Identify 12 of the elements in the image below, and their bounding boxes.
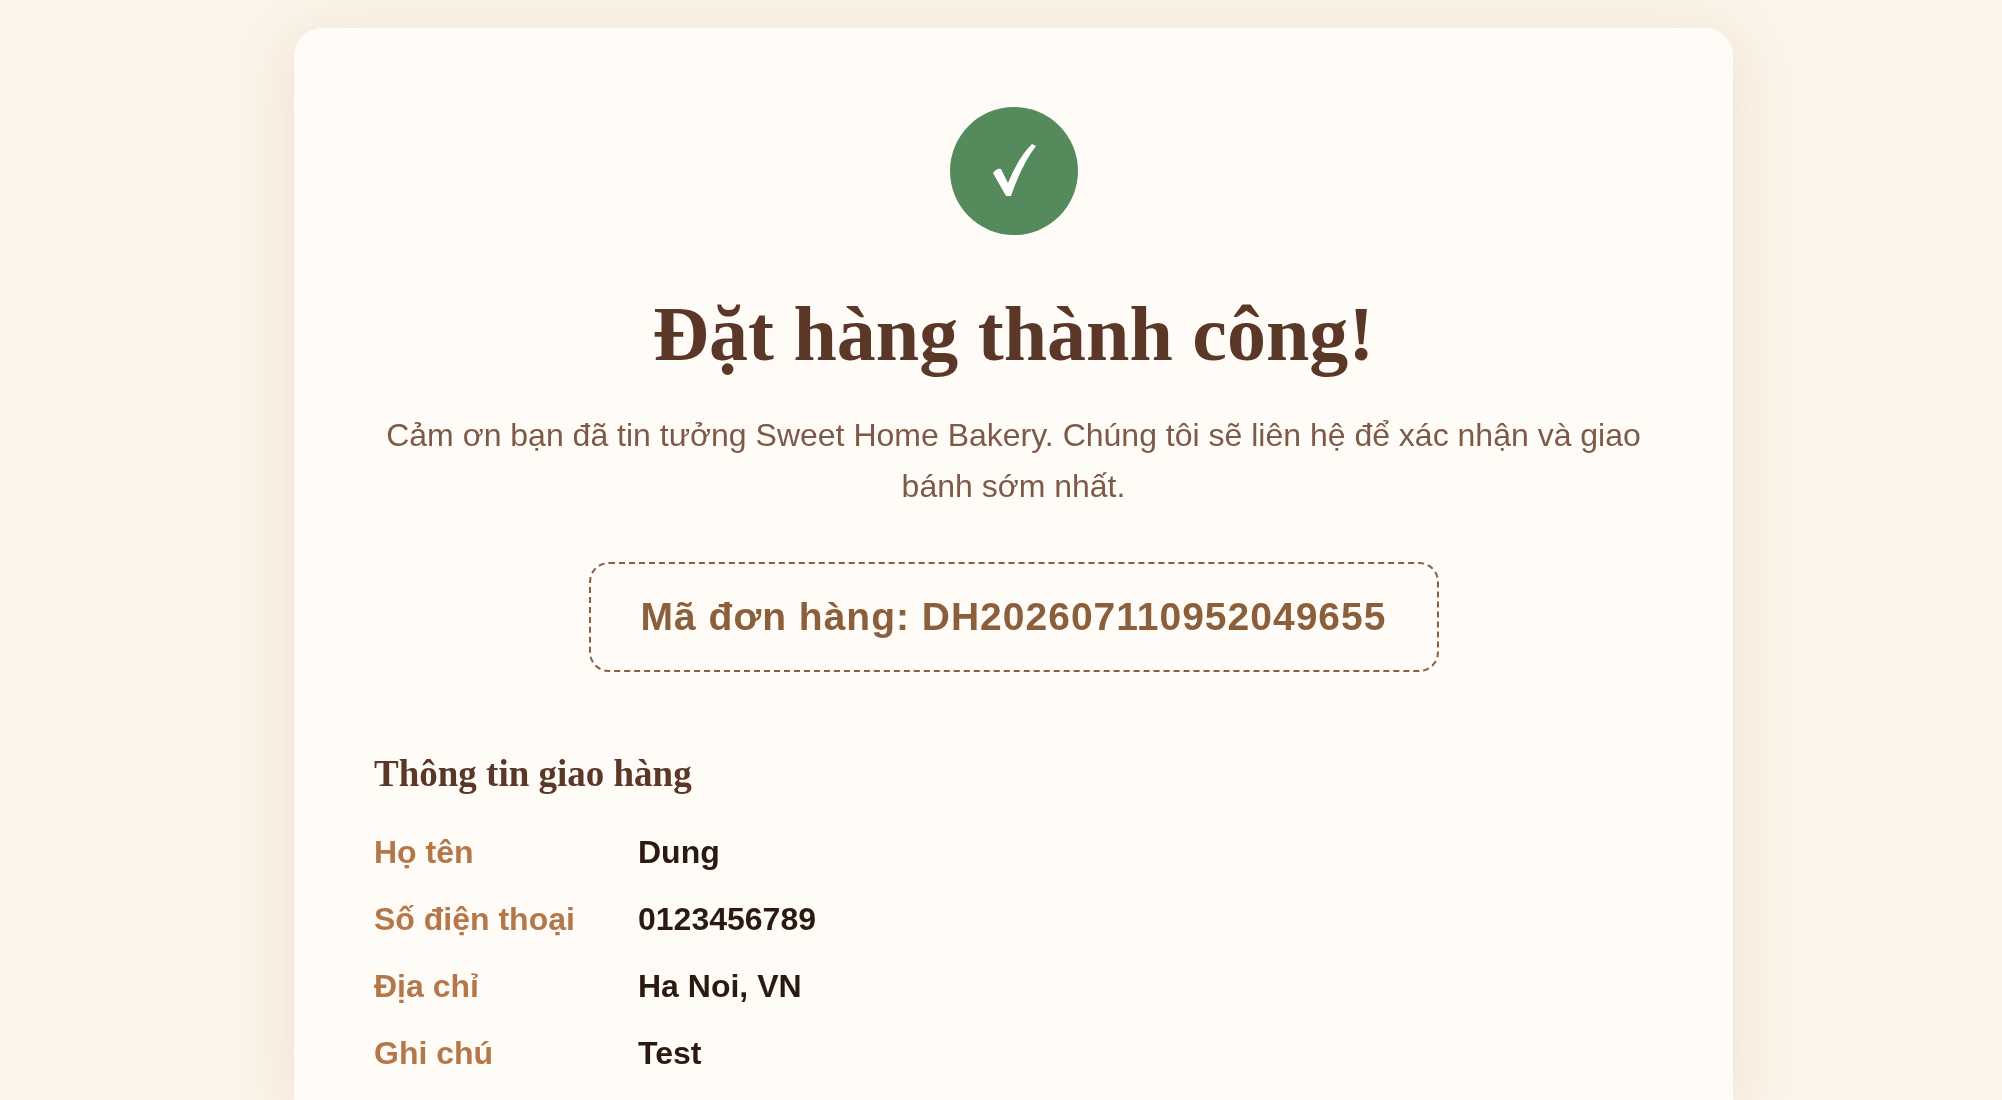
thank-you-message: Cảm ơn bạn đã tin tưởng Sweet Home Bakery. Chúng tôi sẽ liên hệ để xác nhận và giao bánh sớm nhất. <box>385 416 1642 506</box>
check-circle-icon <box>949 107 1078 235</box>
field-label: Họ tên <box>374 832 475 872</box>
field-label: Ghi chú <box>374 1033 495 1073</box>
order-code: Mã đơn hàng: DH202607110952049655 <box>640 593 1387 640</box>
field-value: 0123456789 <box>638 899 816 939</box>
section-heading: Thông tin giao hàng <box>374 752 693 795</box>
field-value: Dung <box>638 832 720 872</box>
field-label: Địa chỉ <box>374 966 480 1006</box>
field-value: Test <box>638 1033 702 1073</box>
field-value: Ha Noi, VN <box>638 966 802 1006</box>
field-label: Số điện thoại <box>374 899 576 939</box>
